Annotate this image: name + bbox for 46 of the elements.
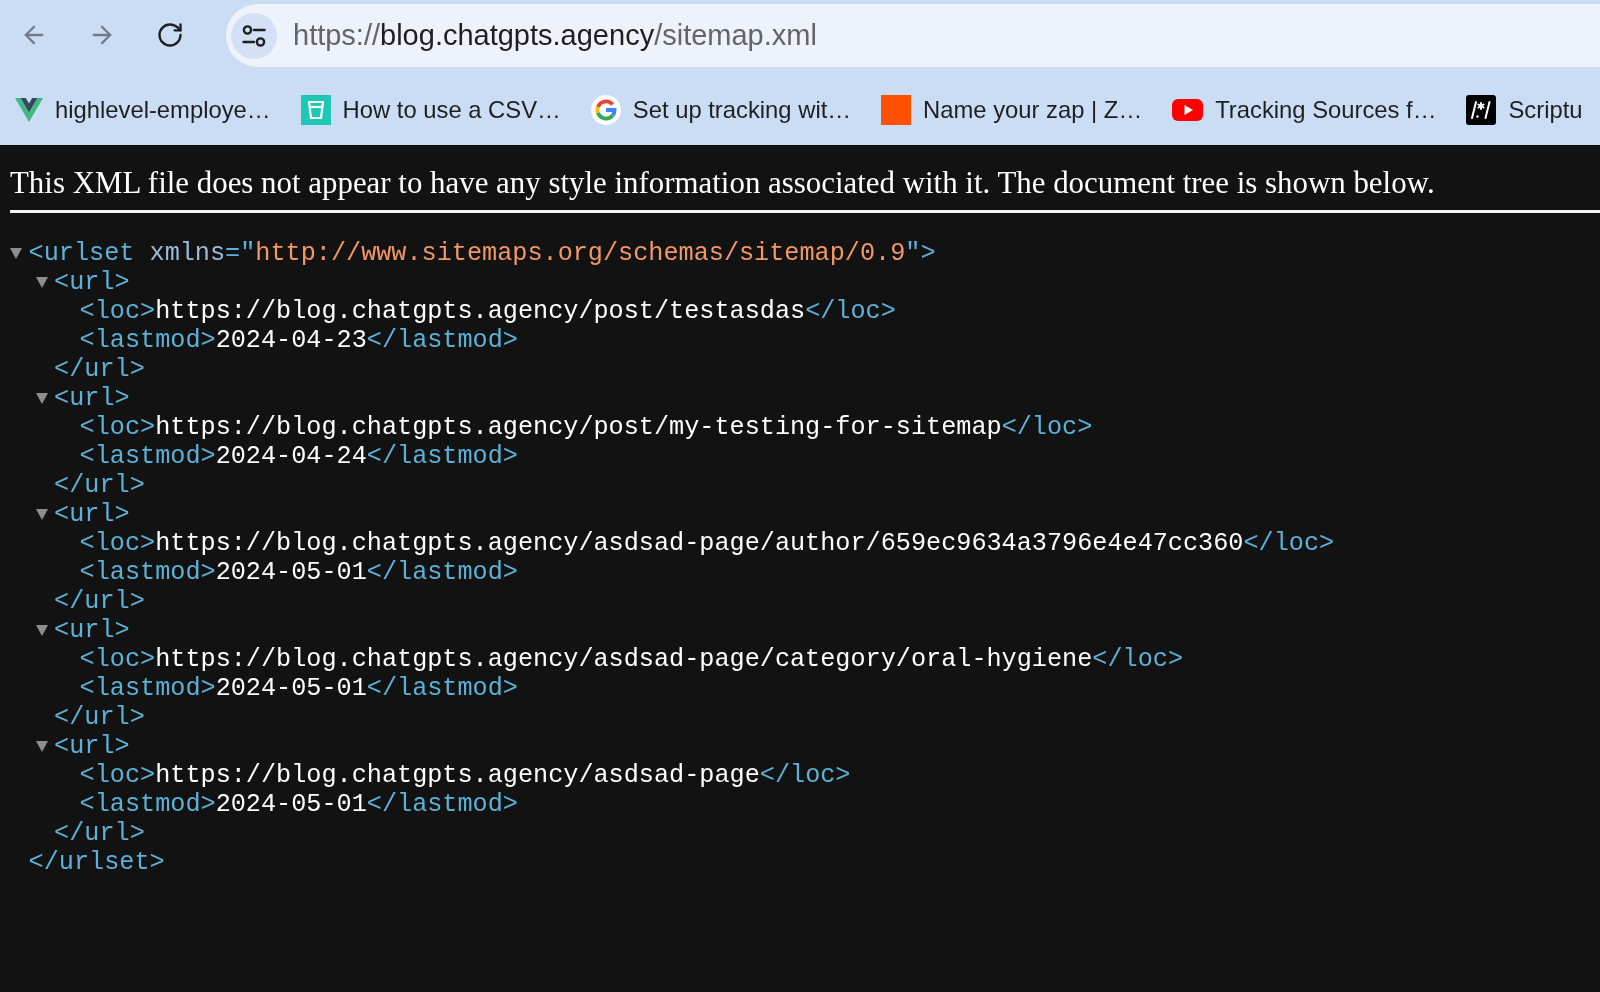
reload-icon — [156, 21, 184, 49]
xml-tag-line: </url> — [54, 355, 145, 384]
v-logo-icon — [15, 98, 43, 122]
xml-tag-line: </url> — [54, 819, 145, 848]
xml-tag-line: <url> — [54, 616, 130, 645]
xml-notice-text: This XML file does not appear to have any style information associated with it. The document tree is shown below. — [10, 164, 1436, 201]
url-text: https://blog.chatgpts.agency/sitemap.xml — [293, 19, 817, 52]
site-info-button[interactable] — [231, 12, 277, 59]
xml-element-line: <lastmod>2024-05-01</lastmod> — [79, 558, 518, 587]
xml-element-line: <loc>https://blog.chatgpts.agency/asdsad-page/author/659ec9634a3796e4e47cc360</loc> — [79, 529, 1335, 558]
collapse-triangle-icon[interactable] — [35, 393, 48, 404]
xml-element-line: <lastmod>2024-05-01</lastmod> — [79, 790, 518, 819]
collapse-triangle-icon[interactable] — [10, 248, 22, 259]
bookmark-button[interactable]: highlevel-employe… — [0, 88, 286, 132]
xml-element-line: <loc>https://blog.chatgpts.agency/asdsad-page/category/oral-hygiene</loc> — [79, 645, 1183, 674]
bookmark-button[interactable]: How to use a CSV… — [285, 88, 576, 132]
play-icon — [1172, 99, 1204, 121]
xml-tag-line: <url> — [54, 732, 130, 761]
bookmark-button[interactable]: Scriptu — [1451, 88, 1598, 132]
xml-element-line: <loc>https://blog.chatgpts.agency/post/testasdas</loc> — [79, 297, 896, 326]
xml-element-line: <loc>https://blog.chatgpts.agency/asdsad-page</loc> — [79, 761, 851, 790]
bookmark-button[interactable]: Name your zap | Z… — [866, 88, 1158, 132]
square-icon — [881, 95, 912, 125]
xml-tag-line: <url> — [54, 384, 130, 413]
address-bar[interactable]: https://blog.chatgpts.agency/sitemap.xml — [226, 4, 1600, 67]
slash-asterisk-icon — [1466, 95, 1497, 125]
xml-tag-line: </url> — [54, 703, 145, 732]
xml-tag-line: </url> — [54, 471, 145, 500]
collapse-triangle-icon[interactable] — [35, 509, 48, 520]
collapse-triangle-icon[interactable] — [35, 741, 48, 752]
xml-element-line: <loc>https://blog.chatgpts.agency/post/my-testing-for-sitemap</loc> — [79, 413, 1093, 442]
g-logo-icon — [590, 95, 621, 125]
xml-tag-line: </urlset> — [28, 848, 165, 877]
bookmark-button[interactable]: Tracking Sources f… — [1157, 88, 1452, 132]
xml-element-line: <lastmod>2024-04-23</lastmod> — [79, 326, 518, 355]
xml-tag-line: <urlset xmlns="http://www.sitemaps.org/schemas/sitemap/0.9"> — [28, 239, 936, 268]
xml-tag-line: <url> — [54, 268, 130, 297]
sliders-icon — [242, 24, 266, 47]
xml-tag-line: <url> — [54, 500, 130, 529]
bookmark-button[interactable]: Set up tracking wit… — [575, 88, 867, 132]
collapse-triangle-icon[interactable] — [35, 625, 48, 636]
xml-element-line: <lastmod>2024-05-01</lastmod> — [79, 674, 518, 703]
xml-tag-line: </url> — [54, 587, 145, 616]
cup-tile-icon — [300, 95, 331, 125]
collapse-triangle-icon[interactable] — [35, 277, 48, 288]
xml-element-line: <lastmod>2024-04-24</lastmod> — [79, 442, 518, 471]
